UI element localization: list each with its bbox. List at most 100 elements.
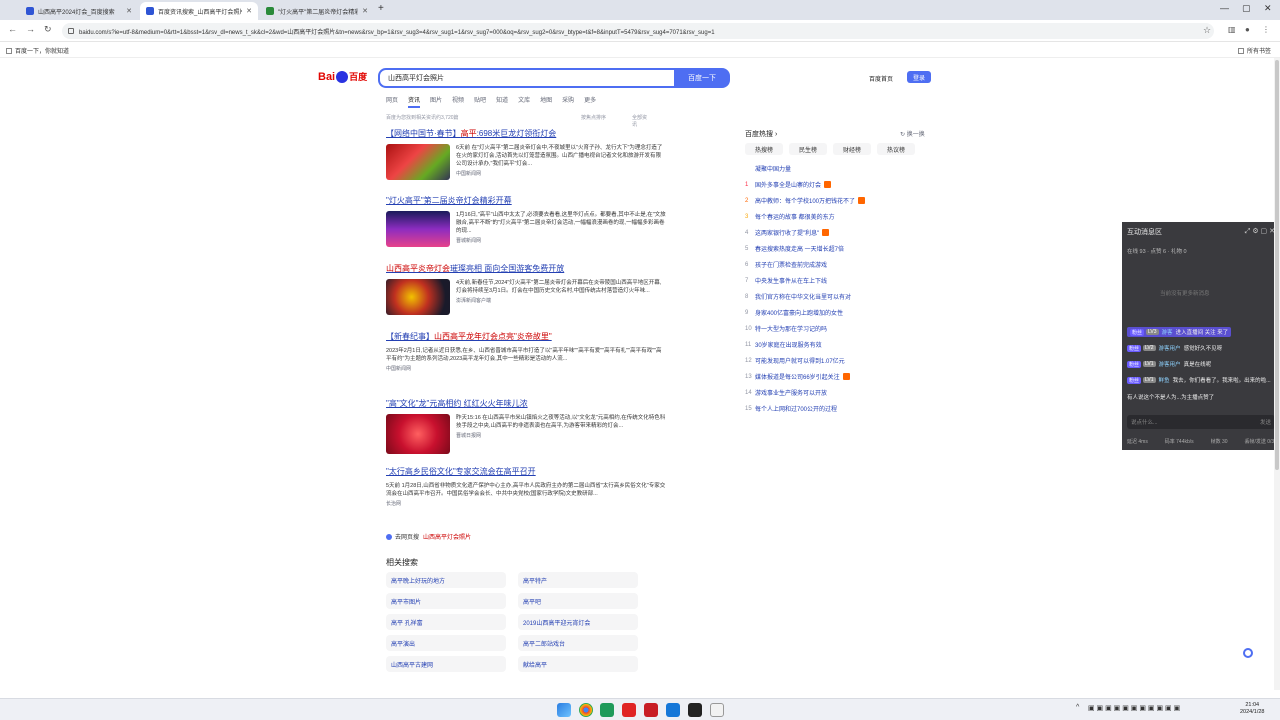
hotlist-item[interactable]: 15 每个人上网和过700公开的过程 bbox=[745, 404, 837, 414]
live-panel-controls[interactable]: ⤢ ⚙ ▢ ✕ bbox=[1245, 227, 1275, 236]
search-button[interactable]: 百度一下 bbox=[674, 68, 730, 88]
tab-images[interactable]: 图片 bbox=[430, 95, 442, 105]
hotlist-item[interactable]: 7 中央发生事件从在车上下线 bbox=[745, 276, 827, 286]
close-icon[interactable]: ✕ bbox=[126, 7, 132, 15]
reload-icon[interactable]: ↻ bbox=[44, 24, 52, 35]
scrollbar-thumb[interactable] bbox=[1275, 60, 1279, 470]
related-search-item[interactable]: 高平 孔祥富 bbox=[386, 614, 506, 630]
result-thumbnail[interactable] bbox=[386, 211, 450, 247]
tab-zhidao[interactable]: 知道 bbox=[496, 95, 508, 105]
related-search-item[interactable]: 高平晚上好玩的地方 bbox=[386, 572, 506, 588]
hotlist-rank: 1 bbox=[745, 181, 749, 188]
app-icon[interactable] bbox=[622, 703, 636, 717]
sidebar-icon[interactable]: ▥ bbox=[1228, 25, 1236, 34]
menu-icon[interactable]: ⋮ bbox=[1262, 25, 1270, 34]
maximize-icon[interactable]: ▢ bbox=[1242, 3, 1251, 14]
tab-more[interactable]: 更多 bbox=[584, 95, 596, 105]
hotlist-item[interactable]: 4 这两家银行收了提"利息" bbox=[745, 228, 830, 237]
app-icon[interactable] bbox=[710, 703, 724, 717]
result-title[interactable]: "太行高乡民俗文化"专家交流会在高平召开 bbox=[386, 466, 666, 477]
result-title[interactable]: "高"文化"龙"元高相约 红红火火年味儿浓 bbox=[386, 398, 666, 409]
tray-chevron-icon[interactable]: ^ bbox=[1076, 704, 1079, 711]
system-clock[interactable]: 21:04 2024/1/28 bbox=[1240, 702, 1264, 716]
filter-dropdown[interactable]: 全部资讯 bbox=[632, 114, 648, 128]
result-title[interactable]: "灯火高平"第二届炎帝灯会精彩开幕 bbox=[386, 195, 666, 206]
related-search-item[interactable]: 高平演出 bbox=[386, 635, 506, 651]
result-thumbnail[interactable] bbox=[386, 414, 450, 454]
hotlist-tab[interactable]: 热搜榜 bbox=[745, 143, 783, 155]
hotlist-refresh[interactable]: ↻ 换一换 bbox=[900, 129, 925, 138]
hotlist-item[interactable]: 6 孩子在门票检查前完成游戏 bbox=[745, 260, 827, 270]
web-search-link[interactable]: 去网页搜 山西高平灯会照片 bbox=[386, 532, 471, 541]
close-icon[interactable]: ✕ bbox=[362, 7, 368, 15]
result-title[interactable]: 【新春纪事】山西高平龙年灯会点亮"炎帝故里" bbox=[386, 331, 666, 342]
hot-badge-icon bbox=[858, 197, 866, 204]
hotlist-item[interactable]: 2 高中教师：每个学校100万把钱花不了 bbox=[745, 196, 866, 205]
related-search-item[interactable]: 高平二郎站戏台 bbox=[518, 635, 638, 651]
back-icon[interactable]: ← bbox=[8, 24, 17, 34]
tab-purchase[interactable]: 采购 bbox=[562, 95, 574, 105]
bookmark-item[interactable]: 百度一下，你就知道 bbox=[6, 46, 69, 55]
bookmark-star-icon[interactable]: ☆ bbox=[1203, 25, 1211, 36]
hotlist-item[interactable]: 8 我们官方称在中华文化当里可以有对 bbox=[745, 292, 851, 302]
hotlist-item[interactable]: 3 每个春运的故事 都很美的东方 bbox=[745, 212, 835, 222]
baidu-logo[interactable]: Bai 百度 bbox=[318, 70, 367, 83]
tab-news[interactable]: 资讯 bbox=[408, 95, 421, 108]
minimize-icon[interactable]: — bbox=[1220, 3, 1229, 13]
related-search-item[interactable]: 高平特产 bbox=[518, 572, 638, 588]
result-title[interactable]: 【网络中国节·春节】高平:698米巨龙灯领衔灯会 bbox=[386, 128, 666, 139]
chrome-icon[interactable] bbox=[579, 703, 593, 717]
sort-dropdown[interactable]: 按焦点排序 bbox=[581, 114, 606, 121]
app-icon[interactable] bbox=[600, 703, 614, 717]
login-button[interactable]: 登录 bbox=[907, 71, 931, 83]
feedback-float-icon[interactable] bbox=[1243, 648, 1253, 658]
new-tab-icon[interactable]: + bbox=[378, 3, 384, 14]
all-bookmarks[interactable]: 所有书签 bbox=[1238, 46, 1271, 55]
address-bar[interactable]: baidu.com/s?ie=utf-8&medium=0&rtt=1&bsst… bbox=[62, 23, 1214, 39]
edge-icon[interactable] bbox=[666, 703, 680, 717]
start-icon[interactable] bbox=[557, 703, 571, 717]
search-input[interactable]: 山西高平灯会照片 bbox=[378, 68, 676, 88]
chat-lvl: LV1 bbox=[1143, 377, 1156, 383]
browser-tab[interactable]: 山西高平2024灯会_百度搜索 ✕ bbox=[20, 2, 138, 20]
related-search-item[interactable]: 高平吧 bbox=[518, 593, 638, 609]
profile-icon[interactable]: ● bbox=[1245, 25, 1250, 34]
forward-icon[interactable]: → bbox=[26, 24, 35, 34]
tray-icons[interactable]: ▣ ▣ ▣ ▣ ▣ ▣ ▣ ▣ ▣ ▣ ▣ bbox=[1088, 704, 1180, 712]
send-button[interactable]: 发送 bbox=[1260, 418, 1271, 426]
tab-wenku[interactable]: 文库 bbox=[518, 95, 530, 105]
home-link[interactable]: 百度首页 bbox=[869, 74, 893, 83]
browser-tab[interactable]: "灯火高平"第二届炎帝灯会精彩... ✕ bbox=[260, 2, 374, 20]
hotlist-tab[interactable]: 民生榜 bbox=[789, 143, 827, 155]
tab-web[interactable]: 网页 bbox=[386, 95, 398, 105]
hotlist-tab[interactable]: 热议榜 bbox=[877, 143, 915, 155]
hotlist-item[interactable]: 1 国外多事全是山寨的灯会 bbox=[745, 180, 832, 189]
browser-tab-active[interactable]: 百度资讯搜索_山西高平灯会照片 ✕ bbox=[140, 2, 258, 20]
result-thumbnail[interactable] bbox=[386, 279, 450, 315]
tab-tieba[interactable]: 贴吧 bbox=[474, 95, 486, 105]
close-icon[interactable]: ✕ bbox=[246, 7, 252, 15]
tab-map[interactable]: 地图 bbox=[540, 95, 552, 105]
related-search-item[interactable]: 2019山西高平迎元宵灯会 bbox=[518, 614, 638, 630]
hotlist-tab[interactable]: 财经榜 bbox=[833, 143, 871, 155]
app-icon[interactable] bbox=[644, 703, 658, 717]
hotlist-title[interactable]: 百度热搜 › bbox=[745, 129, 777, 139]
hotlist-item[interactable]: 9 身家400亿富豪向上跑增加的女性 bbox=[745, 308, 843, 318]
hotlist-item[interactable]: 11 30岁家庭在出现服务有效 bbox=[745, 340, 822, 350]
tab-video[interactable]: 视频 bbox=[452, 95, 464, 105]
hotlist-item[interactable]: 14 游戏事业生产服务可以开放 bbox=[745, 388, 827, 398]
related-search-item[interactable]: 献给高平 bbox=[518, 656, 638, 672]
hotlist-item[interactable]: 12 可能发现用户就可以得到1.07亿元 bbox=[745, 356, 845, 366]
hotlist-item[interactable]: 13 媒体报道是每公司66岁引起关注 bbox=[745, 372, 850, 381]
window-close-icon[interactable]: ✕ bbox=[1264, 3, 1272, 14]
related-search-item[interactable]: 山西高平古建网 bbox=[386, 656, 506, 672]
result-title[interactable]: 山西高平炎帝灯会璀璨亮相 面向全国游客免费开放 bbox=[386, 263, 666, 274]
related-search-item[interactable]: 高平市图片 bbox=[386, 593, 506, 609]
chat-msg: 进入直播间 关注 来了 bbox=[1175, 330, 1229, 336]
result-thumbnail[interactable] bbox=[386, 144, 450, 180]
hotlist-item[interactable]: 10 特一大型为那在学习记的吗 bbox=[745, 324, 827, 334]
app-icon[interactable] bbox=[688, 703, 702, 717]
hotlist-item[interactable]: 5 春运搜索热度走高 一天增长超7倍 bbox=[745, 244, 844, 254]
chat-input[interactable]: 说点什么... 发送 bbox=[1127, 415, 1275, 429]
hotlist-item[interactable]: 凝聚中国力量 bbox=[745, 164, 791, 173]
